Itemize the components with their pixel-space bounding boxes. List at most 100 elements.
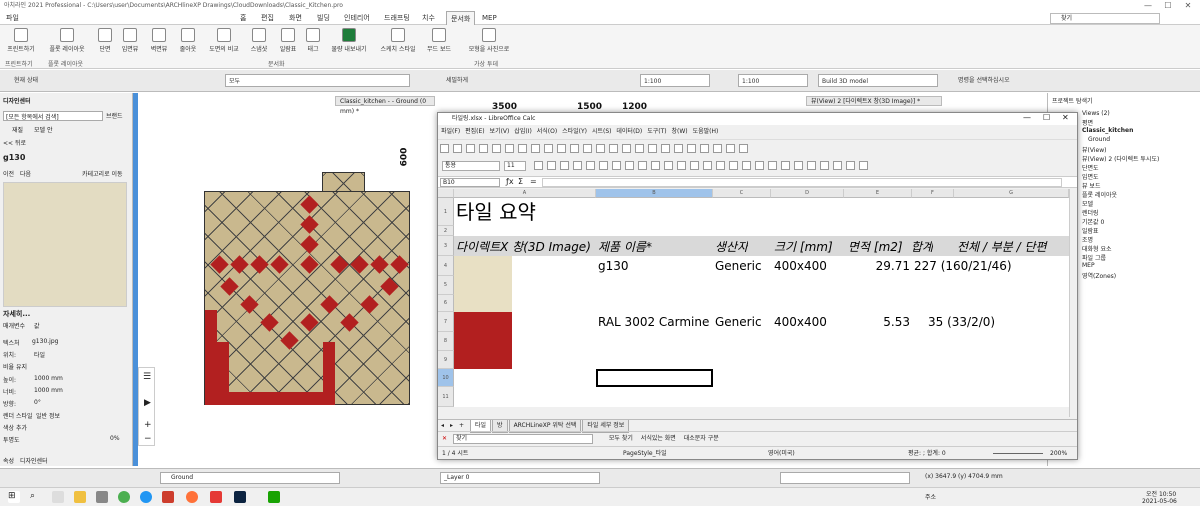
libreoffice-calc-icon[interactable]: [268, 491, 280, 503]
highlight-icon[interactable]: [586, 161, 595, 170]
view-tab-3d[interactable]: 뷰(View) 2 [다이렉트X 창(3D Image)] *: [806, 96, 942, 106]
first-sheet-icon[interactable]: ◂: [438, 422, 447, 429]
function-wizard-icon[interactable]: ƒx: [506, 177, 514, 186]
plot-layout-button[interactable]: 플롯 레이아웃: [44, 28, 90, 53]
nav-item[interactable]: 입면도: [1082, 172, 1099, 181]
command-input[interactable]: [780, 472, 910, 484]
search-icon[interactable]: ⌕: [30, 491, 42, 503]
nav-item[interactable]: MEP: [1082, 262, 1095, 269]
tab-home[interactable]: 홈: [236, 11, 250, 25]
header-cell[interactable]: 생산자: [715, 238, 748, 255]
row-header[interactable]: 6: [438, 295, 454, 312]
nav-item[interactable]: 파일 그룹: [1082, 253, 1106, 262]
tab-design-center[interactable]: 디자인센터: [20, 456, 48, 465]
tab-interior[interactable]: 인테리어: [340, 11, 374, 25]
area-cell[interactable]: 29.71: [848, 259, 910, 273]
windows-start-icon[interactable]: ⊞: [8, 491, 20, 503]
nav-item[interactable]: 일람표: [1082, 226, 1099, 235]
column-header[interactable]: E: [844, 189, 912, 198]
row-header[interactable]: 11: [438, 387, 454, 407]
quantity-export-button[interactable]: 물량 내보내기: [327, 28, 371, 53]
font-color-icon[interactable]: [573, 161, 582, 170]
equals-icon[interactable]: =: [530, 177, 537, 186]
opacity-value[interactable]: 0%: [110, 435, 120, 442]
nav-item[interactable]: Ground: [1088, 136, 1110, 143]
merge-icon[interactable]: [651, 161, 660, 170]
tab-file[interactable]: 파일: [2, 11, 23, 25]
column-header[interactable]: B: [596, 189, 713, 198]
design-search-input[interactable]: [모든 항목에서 검색]: [3, 111, 103, 121]
indent-icon[interactable]: [781, 161, 790, 170]
row-header[interactable]: 2: [438, 226, 454, 236]
nav-item[interactable]: 뷰 보드: [1082, 181, 1100, 190]
find-icon[interactable]: [583, 144, 592, 153]
sketch-style-button[interactable]: 스케치 스타일: [376, 28, 420, 53]
formatted-checkbox[interactable]: 서식있는 화면: [641, 435, 676, 442]
border-color-icon[interactable]: [833, 161, 842, 170]
row-header[interactable]: 8: [438, 332, 454, 351]
header-cell[interactable]: 면적 [m2]: [848, 238, 903, 255]
tab-material[interactable]: 재질: [12, 125, 23, 134]
valign-bottom-icon[interactable]: [690, 161, 699, 170]
header-icon[interactable]: [739, 144, 748, 153]
column-header[interactable]: F: [912, 189, 954, 198]
special-char-icon[interactable]: [700, 144, 709, 153]
sheet-heading[interactable]: 타일 요약: [456, 196, 536, 225]
chrome-icon[interactable]: [118, 491, 130, 503]
search-input[interactable]: 찾기: [1050, 13, 1160, 24]
view-tab-plan[interactable]: Classic_kitchen - - Ground (0 mm) *: [335, 96, 435, 115]
expand-icon[interactable]: ▶: [144, 398, 151, 408]
cut-icon[interactable]: [518, 144, 527, 153]
tab-edit[interactable]: 편집: [257, 11, 278, 25]
calc-menu-styles[interactable]: 스타일(Y): [562, 128, 587, 135]
brand-button[interactable]: 브랜드: [106, 111, 123, 120]
prev-button[interactable]: 이전: [3, 169, 14, 178]
photoshop-icon[interactable]: [234, 491, 246, 503]
compare-button[interactable]: 도면의 비교: [205, 28, 243, 53]
layer-dropdown[interactable]: Ground: [160, 472, 340, 484]
nav-item[interactable]: Views (2): [1082, 110, 1110, 117]
calc-menu-insert[interactable]: 삽입(I): [514, 128, 532, 135]
header-cell[interactable]: 제품 이름*: [598, 238, 713, 255]
tab-properties[interactable]: 속성: [3, 456, 14, 465]
row-header[interactable]: 3: [438, 236, 454, 256]
font-name-select[interactable]: 통용: [442, 161, 500, 171]
tab-building[interactable]: 빌딩: [313, 11, 334, 25]
tag-button[interactable]: 태그: [303, 28, 323, 53]
calc-menu-tools[interactable]: 도구(T): [647, 128, 666, 135]
spell-icon[interactable]: [596, 144, 605, 153]
image-icon[interactable]: [661, 144, 670, 153]
tab-model[interactable]: 모델 안: [34, 125, 52, 134]
vertical-scrollbar[interactable]: [1069, 189, 1077, 417]
zoom-in-icon[interactable]: +: [144, 420, 152, 430]
wrap-icon[interactable]: [638, 161, 647, 170]
column-header[interactable]: G: [954, 189, 1069, 198]
section-button[interactable]: 단면: [95, 28, 115, 53]
product-name-cell[interactable]: RAL 3002 Carmine red: [598, 315, 713, 329]
valign-center-icon[interactable]: [677, 161, 686, 170]
height-value[interactable]: 1000 mm: [34, 375, 63, 382]
calc-menu-view[interactable]: 보기(V): [490, 128, 510, 135]
zoom-slider[interactable]: [993, 453, 1043, 454]
next-sheet-icon[interactable]: ▸: [447, 422, 456, 429]
header-cell[interactable]: 다이렉트X 창(3D Image): [456, 238, 596, 255]
date-icon[interactable]: [742, 161, 751, 170]
row-header[interactable]: 7: [438, 312, 454, 332]
filter-icon[interactable]: [648, 144, 657, 153]
edge-icon[interactable]: [140, 491, 152, 503]
align-right-icon[interactable]: [625, 161, 634, 170]
decimal-add-icon[interactable]: [755, 161, 764, 170]
column-header[interactable]: D: [771, 189, 844, 198]
new-icon[interactable]: [440, 144, 449, 153]
chart-icon[interactable]: [674, 144, 683, 153]
app-icon[interactable]: [210, 491, 222, 503]
nav-item[interactable]: 플롯 레이아웃: [1082, 190, 1117, 199]
link-icon[interactable]: [713, 144, 722, 153]
nav-item[interactable]: 평면: [1082, 118, 1093, 127]
snapshot-button[interactable]: 스냅샷: [246, 28, 272, 53]
find-input[interactable]: 찾기: [452, 433, 593, 444]
mood-board-button[interactable]: 무드 보드: [424, 28, 454, 53]
calc-menu-data[interactable]: 데이터(D): [616, 128, 642, 135]
close-find-icon[interactable]: ✕: [438, 435, 451, 442]
horizontal-scrollbar[interactable]: [438, 407, 1069, 417]
